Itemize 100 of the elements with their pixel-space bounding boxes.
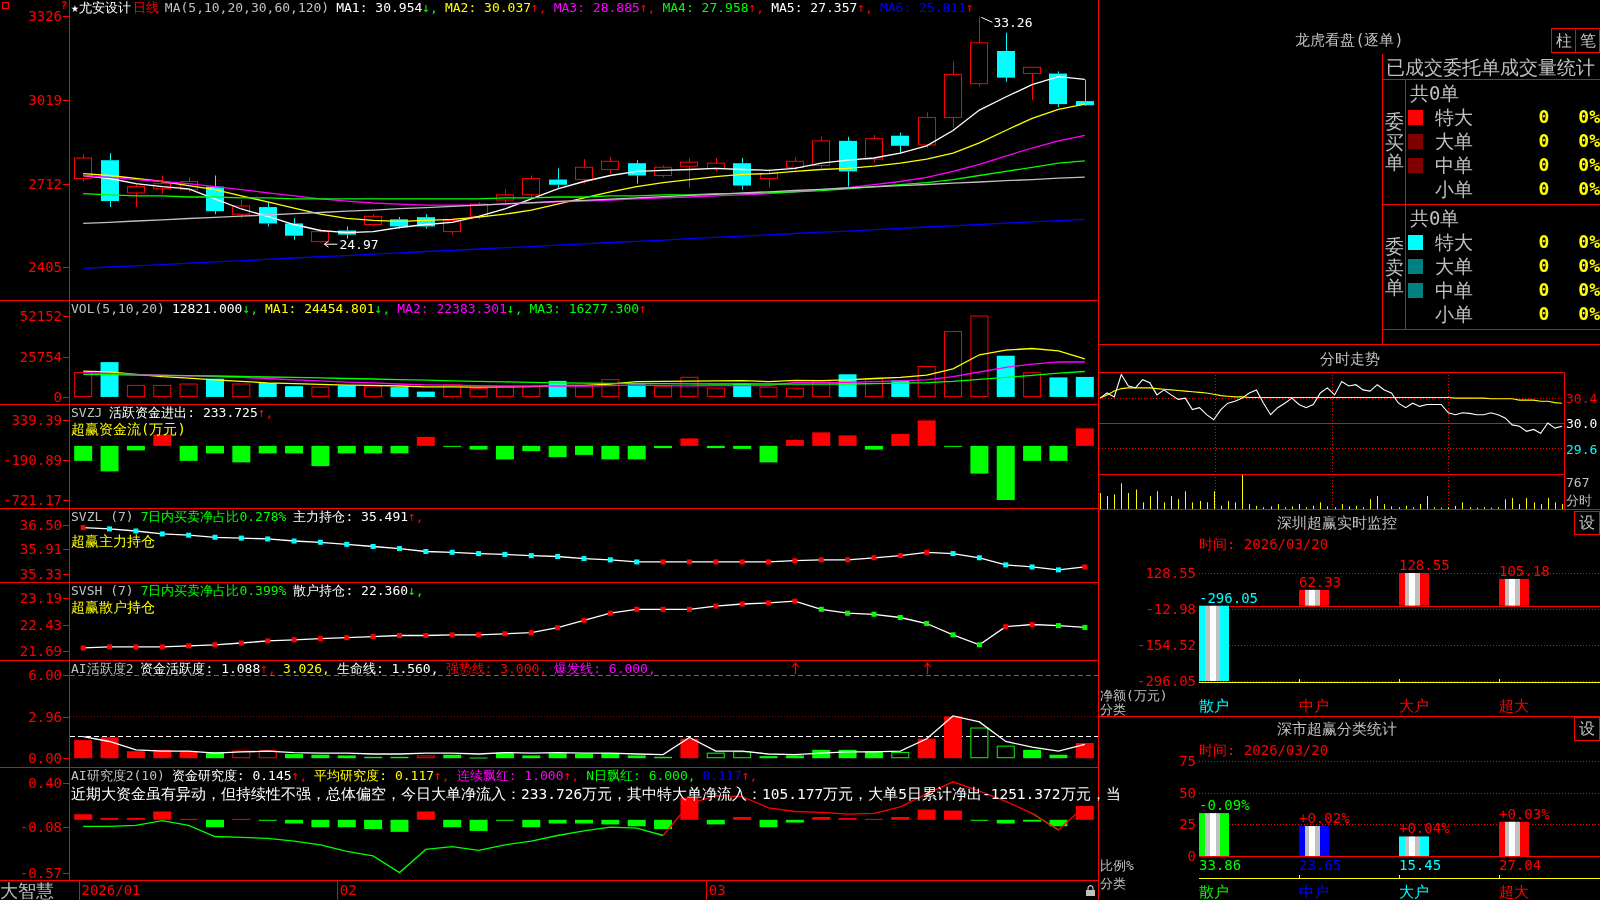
fund-flow-bar [838,435,857,446]
research-bar [153,811,172,820]
axis-tick-label: 2712 [28,175,62,192]
fund-flow-bar [891,433,910,446]
candlestick [443,217,461,236]
data-point-marker [370,634,376,640]
research-bar [416,811,435,820]
data-point-marker [212,642,218,648]
indicator-value: 连续飘红: 1.000 [456,768,564,784]
volume-bar [812,380,831,397]
data-point-marker [449,549,455,555]
data-point-marker [845,557,851,563]
axis-tick-label: 0 [1187,848,1196,864]
research-bar [205,819,224,828]
axis-tick-label: -12.98 [1145,601,1196,617]
data-point-marker [1029,622,1035,628]
volume-bar [1049,377,1068,397]
order-total: 共0单 [1410,81,1460,104]
research-bar [785,819,804,823]
fund-flow-bar [1049,445,1068,461]
net-amount-bar [1299,589,1329,606]
data-label: 128.55 [1399,557,1450,573]
trend-arrow: ↑, [563,768,580,784]
data-point-marker [1055,567,1061,573]
order-percent: 0% [1578,179,1600,199]
axis-tick-label: 0.40 [28,774,62,791]
trend-arrow: ↑, [741,768,758,784]
indicator-subtitle: 超赢主力持仓 [71,534,155,548]
candlestick [206,175,224,215]
lock-icon [1086,885,1095,896]
axis-tick-label: 21.69 [19,643,62,660]
indicator-value: MA1: 30.954 [336,0,423,16]
candlestick [997,32,1015,83]
data-point-marker [766,600,771,606]
category-label: 大户 [1399,697,1429,715]
trend-arrow: ↑ [966,0,974,16]
data-point-marker [133,528,139,534]
candlestick [127,183,145,208]
candlestick [74,153,92,182]
research-bar [100,817,119,820]
data-point-marker [344,635,350,641]
candlestick [549,167,567,189]
fund-flow-bar [100,445,119,472]
data-point-marker [1003,624,1009,630]
data-point-marker [133,644,139,650]
volume-bar [205,378,224,397]
data-point-marker [423,633,429,639]
volume-bar [706,387,725,397]
order-percent: 0% [1578,155,1600,175]
indicator-value: 散户持仓: 22.360 [293,583,409,599]
axis-tick-label: 25754 [19,348,62,365]
data-label: 105.18 [1499,562,1550,579]
volume-bar [759,386,778,397]
research-bar [812,817,831,820]
candlestick [839,136,857,188]
trend-arrow: ↑, [639,0,656,16]
indicator-name: SVZJ [71,405,103,421]
data-point-marker [265,536,271,542]
volume-bar [495,386,514,397]
data-point-marker [238,640,244,646]
data-point-marker [634,606,640,612]
data-point-marker [1003,562,1009,568]
data-point-marker [186,532,192,538]
fund-flow-bar [575,445,593,455]
candlestick [601,156,619,175]
research-bar [443,819,462,828]
data-point-marker [397,546,402,552]
view-toggle-button[interactable]: 笔 [1575,28,1600,53]
candlestick [944,60,962,128]
fund-flow-bar [864,445,883,450]
data-label: 23.65 [1299,857,1342,873]
fund-flow-bar [917,420,936,446]
settings-button[interactable]: 设 [1574,717,1600,741]
indicator-value: 主力持仓: 35.491 [293,509,409,525]
order-size-label: 中单 [1435,154,1473,176]
category-label: 大户 [1399,883,1429,900]
data-point-marker [634,559,640,565]
candlestick [786,156,804,171]
indicator-value: MA3: 28.885 [553,0,640,16]
view-toggle-button[interactable]: 柱 [1551,28,1576,53]
group-label: 委买单 [1384,110,1404,174]
trend-arrow: ↑, [531,0,547,16]
axis-tick-label: 35.33 [19,565,62,582]
axis-tick-label: 3326 [28,8,62,25]
data-point-marker [766,559,771,565]
axis-tick-label: 0 [53,388,62,404]
research-bar [1023,819,1042,822]
indicator-value: MA3: 16277.300 [529,301,640,317]
research-bar [364,819,383,830]
candlestick [285,217,303,241]
volume-bar [390,387,409,397]
settings-button[interactable]: 设 [1574,511,1600,535]
fund-flow-bar [733,445,752,449]
data-point-marker [976,555,982,561]
volume-bar [654,385,673,397]
fund-flow-bar [205,445,224,454]
date-label: 2026/01 [78,881,141,900]
data-point-marker [950,632,956,638]
axis-tick-label: 2.96 [28,708,62,725]
data-point-marker [792,558,798,564]
